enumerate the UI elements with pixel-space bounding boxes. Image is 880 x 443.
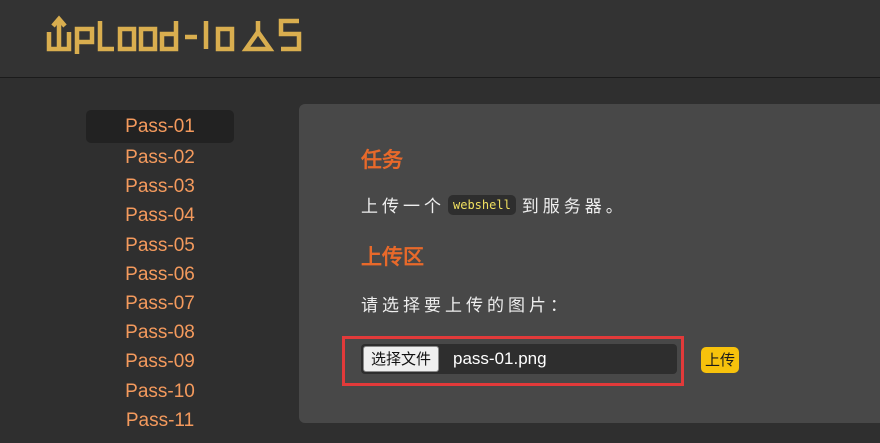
logo-graphic <box>46 15 302 54</box>
highlight-box <box>342 336 684 386</box>
task-text-before: 上传一个 <box>361 197 445 217</box>
nav-item-pass-07[interactable]: Pass-07 <box>86 289 234 318</box>
nav-item-pass-06[interactable]: Pass-06 <box>86 260 234 289</box>
nav-item-pass-01[interactable]: Pass-01 <box>86 110 234 143</box>
upload-heading: 上传区 <box>361 245 424 269</box>
header <box>0 0 880 78</box>
nav-item-pass-10[interactable]: Pass-10 <box>86 377 234 406</box>
task-text-after: 到服务器。 <box>521 197 627 217</box>
upload-prompt: 请选择要上传的图片： <box>361 296 571 316</box>
nav-item-pass-02[interactable]: Pass-02 <box>86 143 234 172</box>
site-logo[interactable] <box>46 14 331 54</box>
nav-item-pass-04[interactable]: Pass-04 <box>86 201 234 230</box>
task-description: 上传一个 webshell 到服务器。 <box>361 192 627 217</box>
webshell-code: webshell <box>448 194 516 215</box>
upload-submit-button[interactable]: 上传 <box>701 347 740 373</box>
nav-item-pass-05[interactable]: Pass-05 <box>86 231 234 260</box>
content-panel: 任务 上传一个 webshell 到服务器。 上传区 请选择要上传的图片： 选择… <box>299 104 880 423</box>
level-nav: Pass-01 Pass-02 Pass-03 Pass-04 Pass-05 … <box>86 110 234 435</box>
task-heading: 任务 <box>361 148 403 172</box>
nav-item-pass-09[interactable]: Pass-09 <box>86 347 234 376</box>
nav-item-pass-03[interactable]: Pass-03 <box>86 172 234 201</box>
nav-item-pass-08[interactable]: Pass-08 <box>86 318 234 347</box>
nav-item-pass-11[interactable]: Pass-11 <box>86 406 234 435</box>
